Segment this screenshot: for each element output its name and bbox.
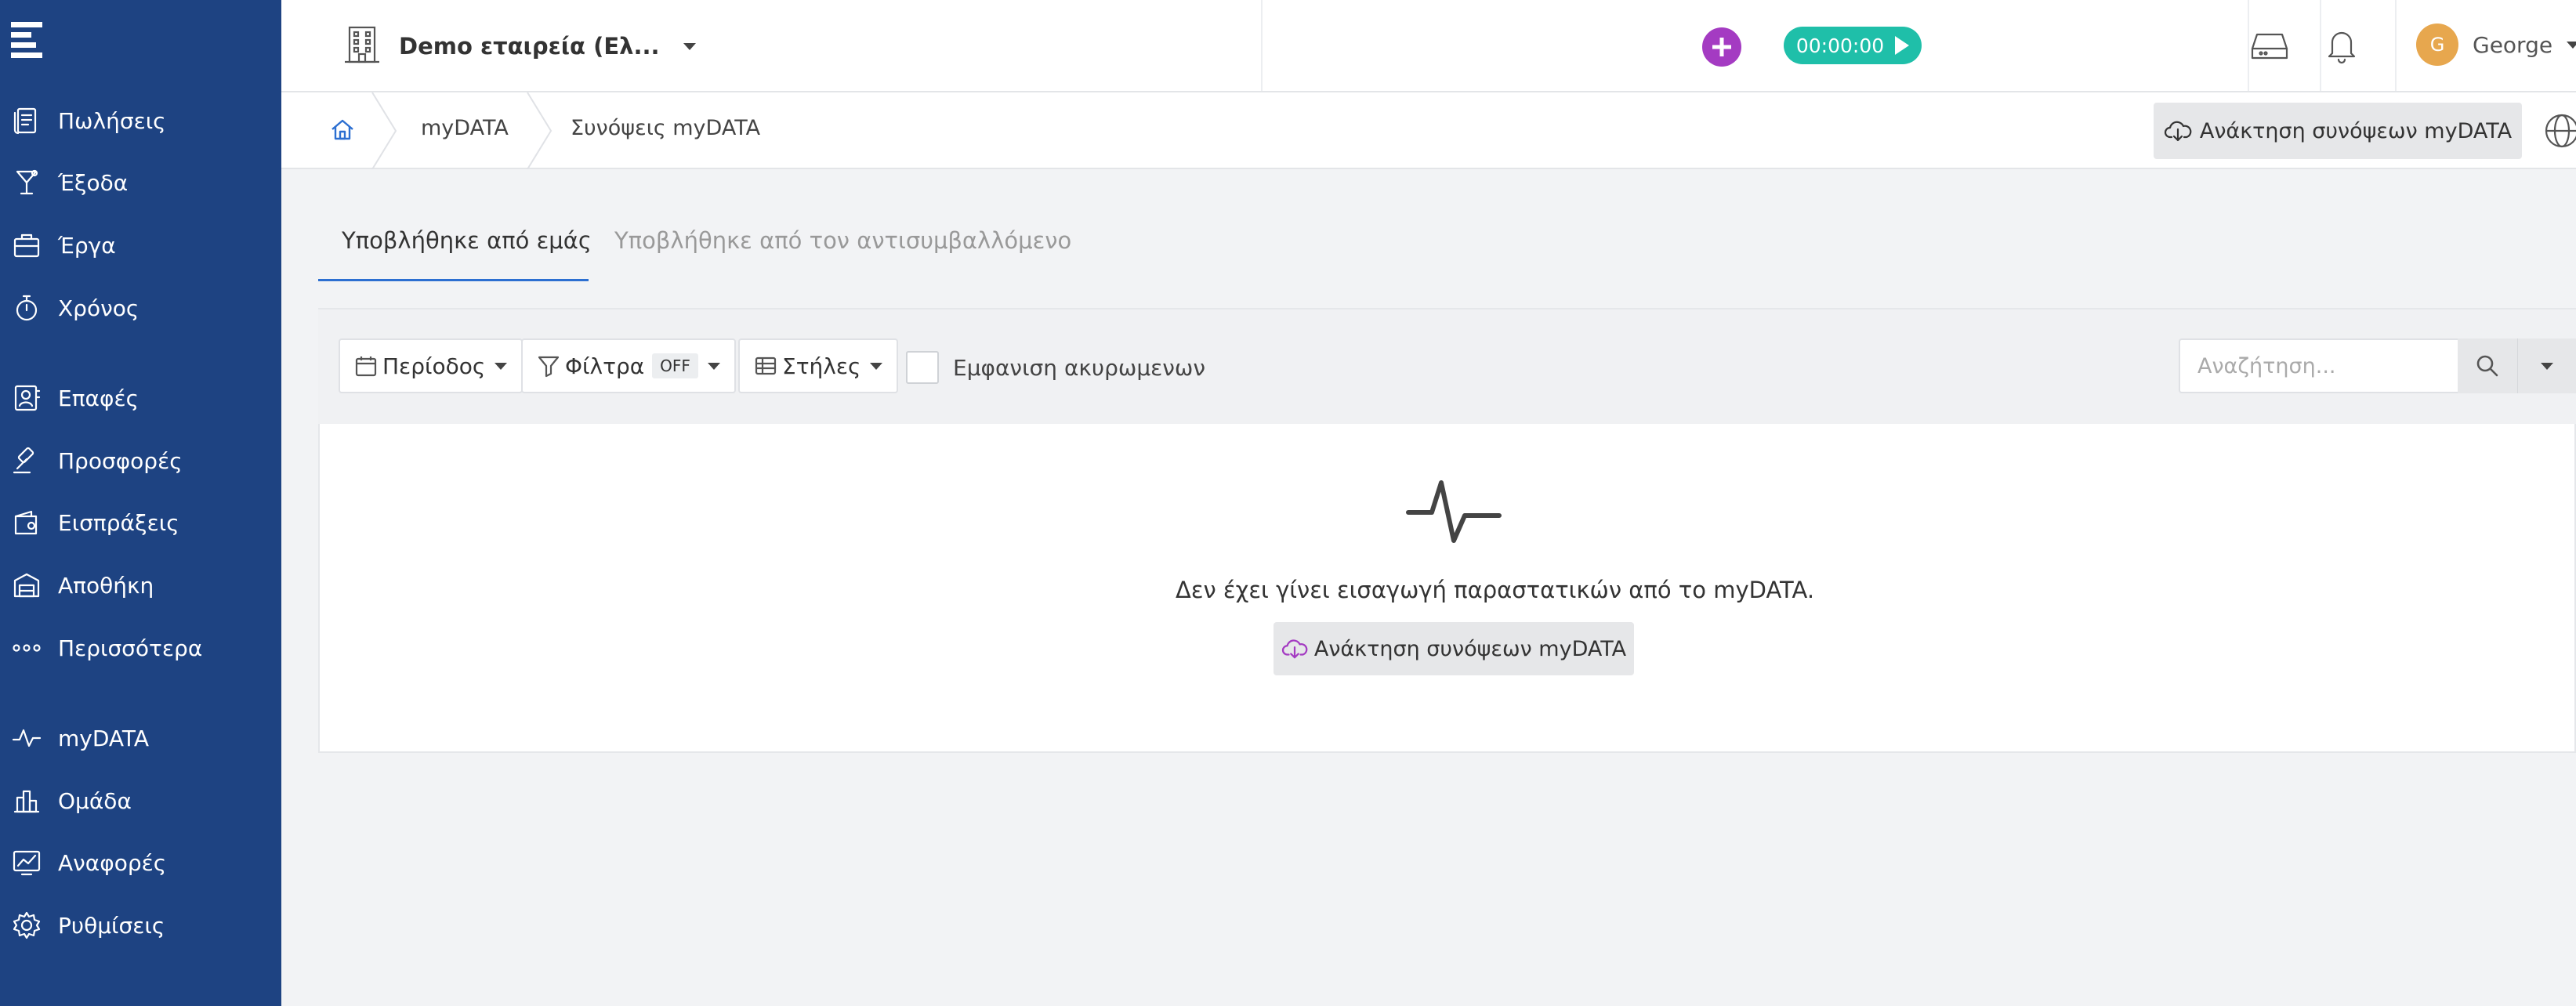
- chevron-down-icon: [707, 362, 720, 370]
- filters-state-badge: OFF: [652, 353, 698, 378]
- wallet-icon: [9, 505, 44, 540]
- filter-icon: [538, 356, 560, 378]
- sidebar-item-mydata[interactable]: myDATA: [0, 713, 281, 763]
- home-icon[interactable]: [328, 116, 357, 144]
- columns-label: Στήλες: [782, 353, 861, 379]
- tab-submitted-by-counterparty[interactable]: Υποβλήθηκε από τον αντισυμβαλλόμενο: [614, 227, 1071, 254]
- top-bar: Demo εταιρεία (Ελ... 00:00:00 G George: [281, 0, 2576, 92]
- company-selector[interactable]: Demo εταιρεία (Ελ...: [342, 20, 696, 72]
- filters-label: Φίλτρα: [565, 353, 645, 379]
- fetch-summaries-label: Ανάκτηση συνόψεων myDATA: [2199, 118, 2513, 143]
- sidebar-item-more[interactable]: Περισσότερα: [0, 623, 281, 673]
- projects-icon: [9, 228, 44, 262]
- sidebar-item-label: Έργα: [58, 232, 116, 259]
- play-icon: [1895, 36, 1910, 55]
- user-menu[interactable]: G George: [2416, 24, 2576, 66]
- columns-button[interactable]: Στήλες: [738, 338, 899, 393]
- notifications-button[interactable]: [2318, 22, 2365, 69]
- show-cancelled-label: Εμφανιση ακυρωμενων: [953, 354, 1205, 381]
- sidebar-item-label: Προσφορές: [58, 447, 183, 474]
- chevron-down-icon: [2567, 41, 2576, 49]
- bell-icon: [2328, 31, 2356, 64]
- warehouse-icon: [9, 568, 44, 603]
- timer-value: 00:00:00: [1795, 34, 1885, 57]
- show-cancelled-checkbox[interactable]: [906, 351, 939, 384]
- filter-toolbar: Περίοδος Φίλτρα OFF Στήλες Εμφανιση ακυρ…: [318, 308, 2576, 424]
- empty-state-message: Δεν έχει γίνει εισαγωγή παραστατικών από…: [1176, 577, 1815, 603]
- tab-submitted-by-us[interactable]: Υποβλήθηκε από εμάς: [342, 227, 592, 254]
- team-icon: [9, 783, 44, 818]
- period-label: Περίοδος: [382, 353, 486, 379]
- gear-icon: [9, 908, 44, 943]
- pulse-icon: [1405, 473, 1502, 544]
- chevron-down-icon: [870, 362, 883, 370]
- chevron-down-icon: [495, 362, 508, 370]
- expenses-icon: [9, 165, 44, 200]
- active-tab-indicator: [318, 279, 589, 281]
- sidebar-item-label: Εισπράξεις: [58, 509, 179, 536]
- sidebar: Πωλήσεις Έξοδα Έργα Χρόνος Επαφές Προσφο…: [0, 0, 281, 1006]
- search-group: [2179, 338, 2576, 393]
- sidebar-item-label: Επαφές: [58, 385, 139, 411]
- sidebar-item-receipts[interactable]: Εισπράξεις: [0, 498, 281, 548]
- chevron-down-icon: [683, 42, 696, 50]
- app-logo[interactable]: [11, 22, 45, 60]
- sidebar-item-label: Πωλήσεις: [58, 107, 166, 134]
- company-name: Demo εταιρεία (Ελ...: [399, 33, 660, 60]
- sidebar-item-label: Αναφορές: [58, 849, 167, 876]
- sidebar-item-label: Ομάδα: [58, 787, 132, 814]
- building-icon: [342, 23, 382, 70]
- sidebar-item-warehouse[interactable]: Αποθήκη: [0, 560, 281, 610]
- quick-add-button[interactable]: [1702, 27, 1741, 67]
- search-input[interactable]: [2179, 338, 2458, 393]
- sidebar-item-expenses[interactable]: Έξοδα: [0, 157, 281, 208]
- sidebar-item-time[interactable]: Χρόνος: [0, 283, 281, 333]
- sales-icon: [9, 103, 44, 138]
- avatar: G: [2416, 24, 2458, 66]
- breadcrumb-mydata[interactable]: myDATA: [421, 116, 509, 140]
- sidebar-item-label: myDATA: [58, 725, 149, 751]
- pulse-icon: [9, 721, 44, 755]
- calendar-icon: [355, 356, 377, 377]
- fetch-summaries-main-button[interactable]: Ανάκτηση συνόψεων myDATA: [1274, 622, 1634, 675]
- show-cancelled-toggle[interactable]: Εμφανιση ακυρωμενων: [906, 351, 1205, 384]
- search-icon: [2476, 355, 2498, 377]
- hard-drive-icon: [2251, 33, 2288, 60]
- fetch-summaries-button[interactable]: Ανάκτηση συνόψεων myDATA: [2154, 103, 2522, 159]
- chevron-down-icon: [2541, 362, 2553, 370]
- sidebar-item-projects[interactable]: Έργα: [0, 220, 281, 270]
- sidebar-item-label: Έξοδα: [58, 169, 129, 196]
- columns-icon: [755, 356, 777, 375]
- gavel-icon: [9, 443, 44, 478]
- stopwatch-icon: [9, 291, 44, 325]
- breadcrumb-separator: [524, 92, 556, 170]
- cloud-download-icon: [1281, 639, 1308, 659]
- sidebar-item-team[interactable]: Ομάδα: [0, 776, 281, 826]
- sidebar-item-contacts[interactable]: Επαφές: [0, 373, 281, 423]
- breadcrumb: myDATA Συνόψεις myDATA Ανάκτηση συνόψεων…: [281, 92, 2576, 170]
- breadcrumb-separator: [369, 92, 400, 170]
- sidebar-item-label: Αποθήκη: [58, 572, 154, 599]
- reports-icon: [9, 845, 44, 880]
- sidebar-item-reports[interactable]: Αναφορές: [0, 838, 281, 888]
- globe-icon[interactable]: [2542, 111, 2576, 150]
- timer-button[interactable]: 00:00:00: [1784, 27, 1922, 64]
- sidebar-item-label: Ρυθμίσεις: [58, 912, 165, 939]
- more-dots-icon: [9, 631, 44, 665]
- breadcrumb-summaries: Συνόψεις myDATA: [571, 116, 761, 140]
- cloud-download-icon: [2164, 121, 2192, 142]
- search-options-button[interactable]: [2517, 338, 2576, 393]
- period-button[interactable]: Περίοδος: [339, 338, 524, 393]
- contacts-icon: [9, 381, 44, 415]
- sidebar-item-settings[interactable]: Ρυθμίσεις: [0, 900, 281, 950]
- sidebar-item-label: Περισσότερα: [58, 635, 203, 661]
- search-button[interactable]: [2458, 338, 2517, 393]
- filters-button[interactable]: Φίλτρα OFF: [521, 338, 736, 393]
- sidebar-item-sales[interactable]: Πωλήσεις: [0, 96, 281, 146]
- sidebar-item-offers[interactable]: Προσφορές: [0, 436, 281, 486]
- sidebar-item-label: Χρόνος: [58, 295, 139, 321]
- storage-button[interactable]: [2246, 22, 2293, 69]
- fetch-summaries-main-label: Ανάκτηση συνόψεων myDATA: [1313, 636, 1627, 661]
- user-name: George: [2473, 31, 2553, 58]
